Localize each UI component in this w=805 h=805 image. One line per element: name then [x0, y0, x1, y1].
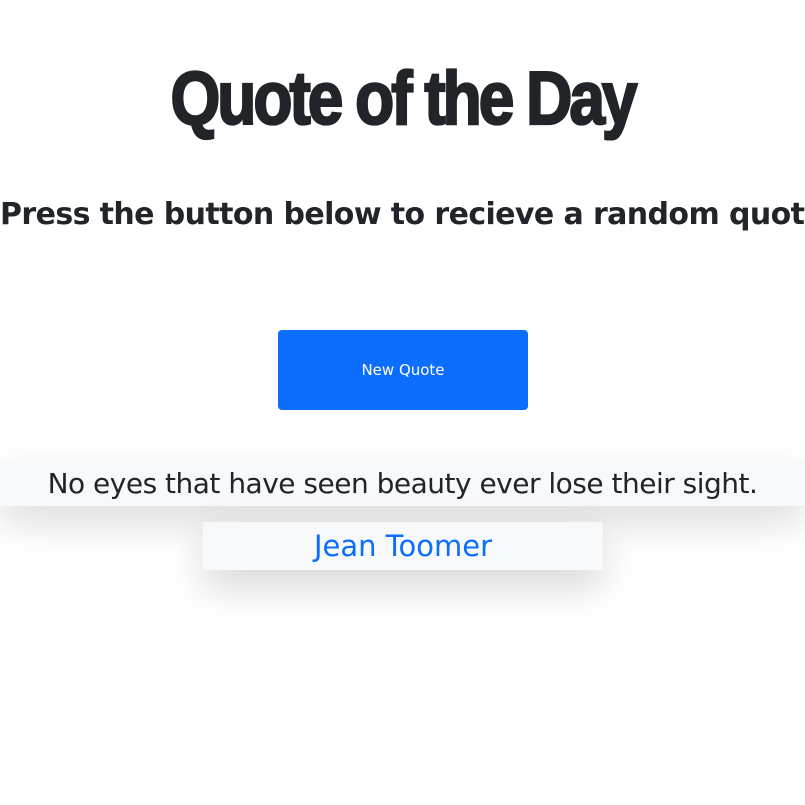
author-panel: Jean Toomer	[203, 522, 603, 570]
page-subtitle: Press the button below to recieve a rand…	[0, 197, 805, 232]
quote-author: Jean Toomer	[313, 529, 493, 563]
new-quote-button[interactable]: New Quote	[278, 330, 528, 410]
page-title: Quote of the Day	[169, 54, 638, 141]
quote-panel: No eyes that have seen beauty ever lose …	[0, 460, 805, 506]
quote-text: No eyes that have seen beauty ever lose …	[47, 466, 758, 500]
